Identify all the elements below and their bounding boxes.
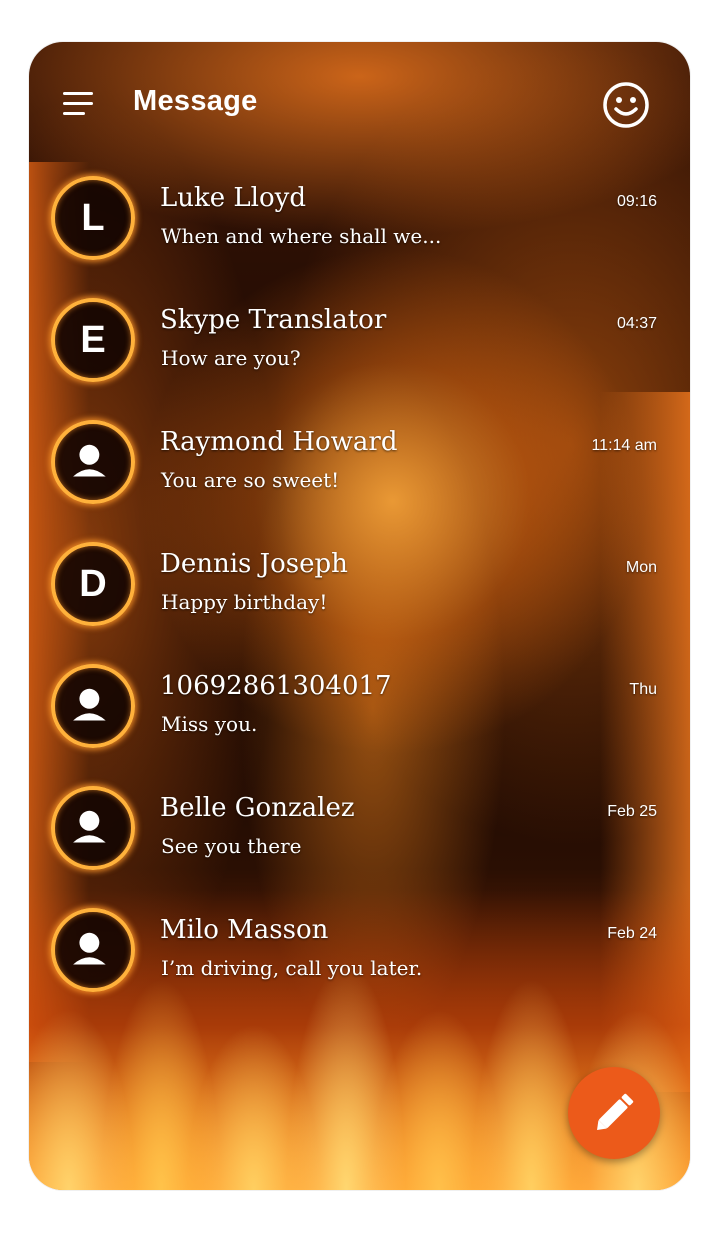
avatar <box>51 786 135 870</box>
conversation-item[interactable]: Raymond Howard You are so sweet! 11:14 a… <box>29 420 690 542</box>
conversation-item[interactable]: L Luke Lloyd When and where shall we... … <box>29 176 690 298</box>
avatar: D <box>51 542 135 626</box>
conversation-item[interactable]: Belle Gonzalez See you there Feb 25 <box>29 786 690 908</box>
phone-screen: Message L Luke Lloyd When and where shal… <box>29 42 690 1190</box>
message-preview: Happy birthday! <box>161 590 328 614</box>
person-icon <box>73 810 106 843</box>
message-preview: Miss you. <box>161 712 258 736</box>
avatar-initial: E <box>80 318 106 361</box>
conversation-item[interactable]: E Skype Translator How are you? 04:37 <box>29 298 690 420</box>
message-time: Feb 24 <box>607 925 657 942</box>
message-preview: You are so sweet! <box>161 468 340 492</box>
message-time: Feb 25 <box>607 803 657 820</box>
avatar: E <box>51 298 135 382</box>
pencil-icon <box>597 1093 634 1130</box>
contact-name: 10692861304017 <box>160 671 392 701</box>
avatar <box>51 664 135 748</box>
message-time: 04:37 <box>616 315 657 332</box>
page-title: Message <box>133 85 258 117</box>
avatar: L <box>51 176 135 260</box>
contact-name: Milo Masson <box>160 915 329 945</box>
contact-name: Dennis Joseph <box>160 549 348 579</box>
avatar-initial: D <box>79 562 107 605</box>
message-time: Thu <box>629 681 657 698</box>
menu-icon[interactable] <box>63 92 93 116</box>
conversation-item[interactable]: 10692861304017 Miss you. Thu <box>29 664 690 786</box>
conversation-item[interactable]: Milo Masson I’m driving, call you later.… <box>29 908 690 1030</box>
avatar <box>51 420 135 504</box>
message-time: Mon <box>625 559 657 576</box>
conversation-item[interactable]: D Dennis Joseph Happy birthday! Mon <box>29 542 690 664</box>
contact-name: Luke Lloyd <box>160 183 306 213</box>
message-time: 11:14 am <box>591 437 657 454</box>
person-icon <box>73 444 106 477</box>
person-icon <box>73 932 106 965</box>
avatar <box>51 908 135 992</box>
message-preview: I’m driving, call you later. <box>161 956 423 980</box>
contact-name: Raymond Howard <box>160 427 398 457</box>
smiley-icon[interactable] <box>602 81 650 129</box>
contact-name: Skype Translator <box>160 305 387 335</box>
avatar-initial: L <box>81 196 105 239</box>
message-preview: See you there <box>161 834 302 858</box>
message-preview: When and where shall we... <box>161 224 442 248</box>
person-icon <box>73 688 106 721</box>
message-time: 09:16 <box>616 193 657 210</box>
compose-button[interactable] <box>568 1067 660 1159</box>
contact-name: Belle Gonzalez <box>160 793 355 823</box>
message-preview: How are you? <box>161 346 301 370</box>
